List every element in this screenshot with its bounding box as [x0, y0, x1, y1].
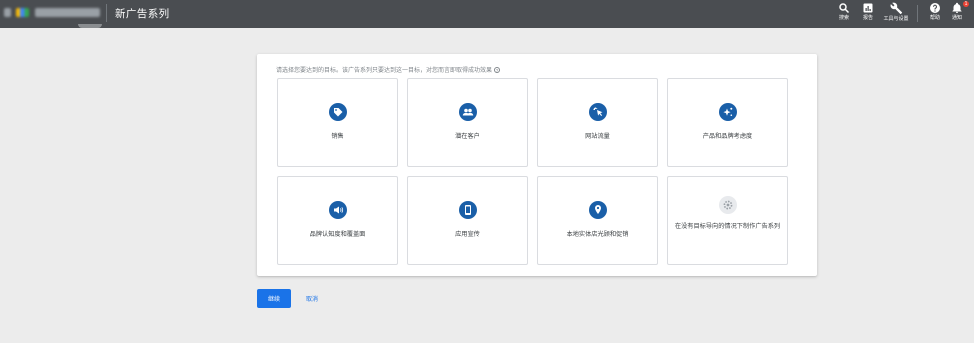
- tools-settings-label: 工具与设置: [883, 16, 909, 22]
- reports-icon: [863, 3, 873, 13]
- goal-option-label: 潜在客户: [455, 133, 480, 140]
- goal-option-label: 产品和品牌考虑度: [702, 133, 753, 140]
- goal-selection-card: 请选择您要达到的目标。该广告系列只要达到这一目标，对您而言即取得成功效果? 销售…: [257, 54, 817, 276]
- gear-icon: [718, 196, 737, 214]
- megaphone-icon: [328, 201, 347, 219]
- goal-option-label: 应用宣传: [455, 231, 480, 238]
- goal-option-brand-awareness[interactable]: 品牌认知度和覆盖面: [277, 176, 398, 265]
- sparkle-icon: [718, 103, 737, 121]
- notifications-label: 通知: [951, 15, 962, 21]
- goal-option-label: 网站流量: [585, 133, 610, 140]
- tag-icon: [328, 103, 347, 121]
- goal-option-label: 本地实体店光顾和促销: [566, 231, 629, 238]
- help-circle-icon[interactable]: ?: [494, 67, 501, 74]
- top-app-bar: 新广告系列 搜索 报告 工具与设置 帮助 1 通知: [0, 0, 974, 28]
- goal-prompt-text: 请选择您要达到的目标。该广告系列只要达到这一目标，对您而言即取得成功效果: [276, 68, 493, 74]
- search-icon: [839, 3, 850, 14]
- account-selector-tab[interactable]: [78, 24, 102, 28]
- goal-option-website-traffic[interactable]: 网站流量: [537, 78, 658, 167]
- goal-option-brand-consideration[interactable]: 产品和品牌考虑度: [667, 78, 788, 167]
- location-pin-icon: [588, 201, 607, 219]
- notifications-button[interactable]: 1 通知: [942, 1, 972, 21]
- account-name-blurred: [35, 8, 100, 17]
- reports-button[interactable]: 报告: [853, 2, 883, 21]
- menu-icon[interactable]: [4, 8, 11, 17]
- goal-option-local-store-visits[interactable]: 本地实体店光顾和促销: [537, 176, 658, 265]
- wrench-icon: [890, 2, 902, 15]
- reports-label: 报告: [862, 15, 873, 21]
- people-icon: [458, 103, 477, 121]
- goal-option-label: 品牌认知度和覆盖面: [309, 231, 366, 238]
- google-ads-logo[interactable]: [16, 8, 29, 17]
- notification-badge: 1: [963, 1, 969, 7]
- goal-option-leads[interactable]: 潜在客户: [407, 78, 528, 167]
- goal-option-app-promotion[interactable]: 应用宣传: [407, 176, 528, 265]
- goal-prompt: 请选择您要达到的目标。该广告系列只要达到这一目标，对您而言即取得成功效果?: [276, 65, 501, 74]
- continue-button[interactable]: 继续: [257, 289, 291, 308]
- goal-option-label: 在没有目标导向的情况下制作广告系列: [674, 223, 781, 230]
- header-divider: [106, 4, 107, 22]
- cursor-click-icon: [588, 103, 607, 121]
- page-title: 新广告系列: [115, 8, 170, 20]
- goal-option-label: 销售: [331, 133, 344, 140]
- bell-icon: [952, 2, 962, 13]
- goal-option-sales[interactable]: 销售: [277, 78, 398, 167]
- phone-icon: [458, 201, 477, 219]
- goal-option-no-goal[interactable]: 在没有目标导向的情况下制作广告系列: [667, 176, 788, 265]
- help-icon: [930, 3, 940, 13]
- toolbar-divider: [917, 5, 918, 22]
- cancel-button[interactable]: 取消: [298, 289, 326, 308]
- tools-settings-button[interactable]: 工具与设置: [881, 2, 911, 22]
